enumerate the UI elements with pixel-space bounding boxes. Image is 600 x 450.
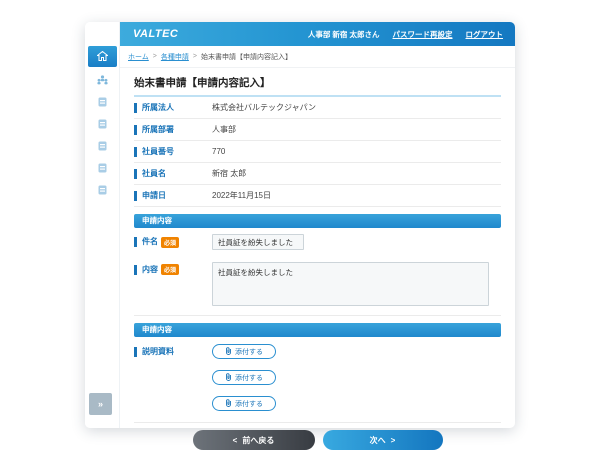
paperclip-icon [225,373,232,383]
app-window: » VALTEC 人事部 新宿 太郎さん パスワード再設定 ログアウト ホーム … [85,22,515,428]
table-row: 所属部署 人事部 [134,119,501,141]
attach-button-label: 添付する [235,399,263,409]
content-textarea[interactable]: 社員証を紛失しました [212,262,489,306]
paperclip-icon [225,347,232,357]
required-badge: 必須 [161,237,179,248]
table-row: 社員番号 770 [134,141,501,163]
content-field-row: 内容 必須 社員証を紛失しました [134,256,501,316]
back-button-label: 前へ戻る [242,435,274,446]
password-reset-link[interactable]: パスワード再設定 [393,29,453,40]
row-label: 申請日 [134,191,166,201]
menu-document-icon[interactable] [98,138,107,156]
attach-file-button[interactable]: 添付する [212,370,276,385]
row-value: 770 [212,147,225,156]
home-icon [97,48,108,66]
menu-document-icon[interactable] [98,160,107,178]
sidebar-icon-list [85,72,120,200]
breadcrumb: ホーム > 各種申請 > 始末書申請【申請内容記入】 [120,46,515,68]
next-button-label: 次へ [370,435,386,446]
user-info: 人事部 新宿 太郎さん [308,29,380,40]
attach-button-label: 添付する [235,373,263,383]
sidebar-expand-button[interactable]: » [89,393,112,415]
row-value: 株式会社バルテックジャパン [212,102,316,113]
top-header: VALTEC 人事部 新宿 太郎さん パスワード再設定 ログアウト [120,22,515,46]
breadcrumb-category-link[interactable]: 各種申請 [161,52,189,62]
row-label: 所属部署 [134,125,174,135]
menu-document-icon[interactable] [98,182,107,200]
row-value: 新宿 太郎 [212,168,246,179]
section-header-request-details: 申請内容 [134,323,501,337]
subject-field-row: 件名 必須 [134,228,501,256]
table-row: 所属法人 株式会社バルテックジャパン [134,97,501,119]
row-label: 所属法人 [134,103,174,113]
sidebar: » [85,22,120,428]
content-label: 内容 [134,265,158,275]
next-button[interactable]: 次へ > [323,430,443,450]
attach-file-button[interactable]: 添付する [212,344,276,359]
back-button[interactable]: < 前へ戻る [193,430,315,450]
attachments-label: 説明資料 [134,347,174,357]
header-right: 人事部 新宿 太郎さん パスワード再設定 ログアウト [308,29,503,40]
chevron-left-icon: < [233,436,238,445]
breadcrumb-separator: > [193,53,197,60]
breadcrumb-separator: > [153,53,157,60]
subject-input[interactable] [212,234,304,250]
footer-button-bar: < 前へ戻る 次へ > [134,422,501,450]
table-row: 申請日 2022年11月15日 [134,185,501,207]
row-value: 2022年11月15日 [212,190,271,201]
subject-label: 件名 [134,237,158,247]
section-header-request-details: 申請内容 [134,214,501,228]
page-title: 始末書申請【申請内容記入】 [134,75,501,90]
menu-document-icon[interactable] [98,94,107,112]
logout-link[interactable]: ログアウト [466,29,504,40]
breadcrumb-home-link[interactable]: ホーム [128,52,149,62]
required-badge: 必須 [161,264,179,275]
breadcrumb-current: 始末書申請【申請内容記入】 [201,52,292,62]
paperclip-icon [225,399,232,409]
attachments-row: 説明資料 添付する 添付する [134,344,501,411]
menu-document-icon[interactable] [98,116,107,134]
valtec-logo: VALTEC [133,28,178,40]
row-label: 社員名 [134,169,166,179]
form-content: 始末書申請【申請内容記入】 所属法人 株式会社バルテックジャパン 所属部署 人事… [120,75,515,450]
sidebar-item-home[interactable] [88,46,117,67]
attach-file-button[interactable]: 添付する [212,396,276,411]
row-label: 社員番号 [134,147,174,157]
attach-button-list: 添付する 添付する 添付する [212,344,276,411]
attach-button-label: 添付する [235,347,263,357]
table-row: 社員名 新宿 太郎 [134,163,501,185]
main-area: ホーム > 各種申請 > 始末書申請【申請内容記入】 始末書申請【申請内容記入】… [120,46,515,428]
row-value: 人事部 [212,124,236,135]
org-group-icon[interactable] [97,72,108,90]
chevron-right-icon: > [391,436,396,445]
